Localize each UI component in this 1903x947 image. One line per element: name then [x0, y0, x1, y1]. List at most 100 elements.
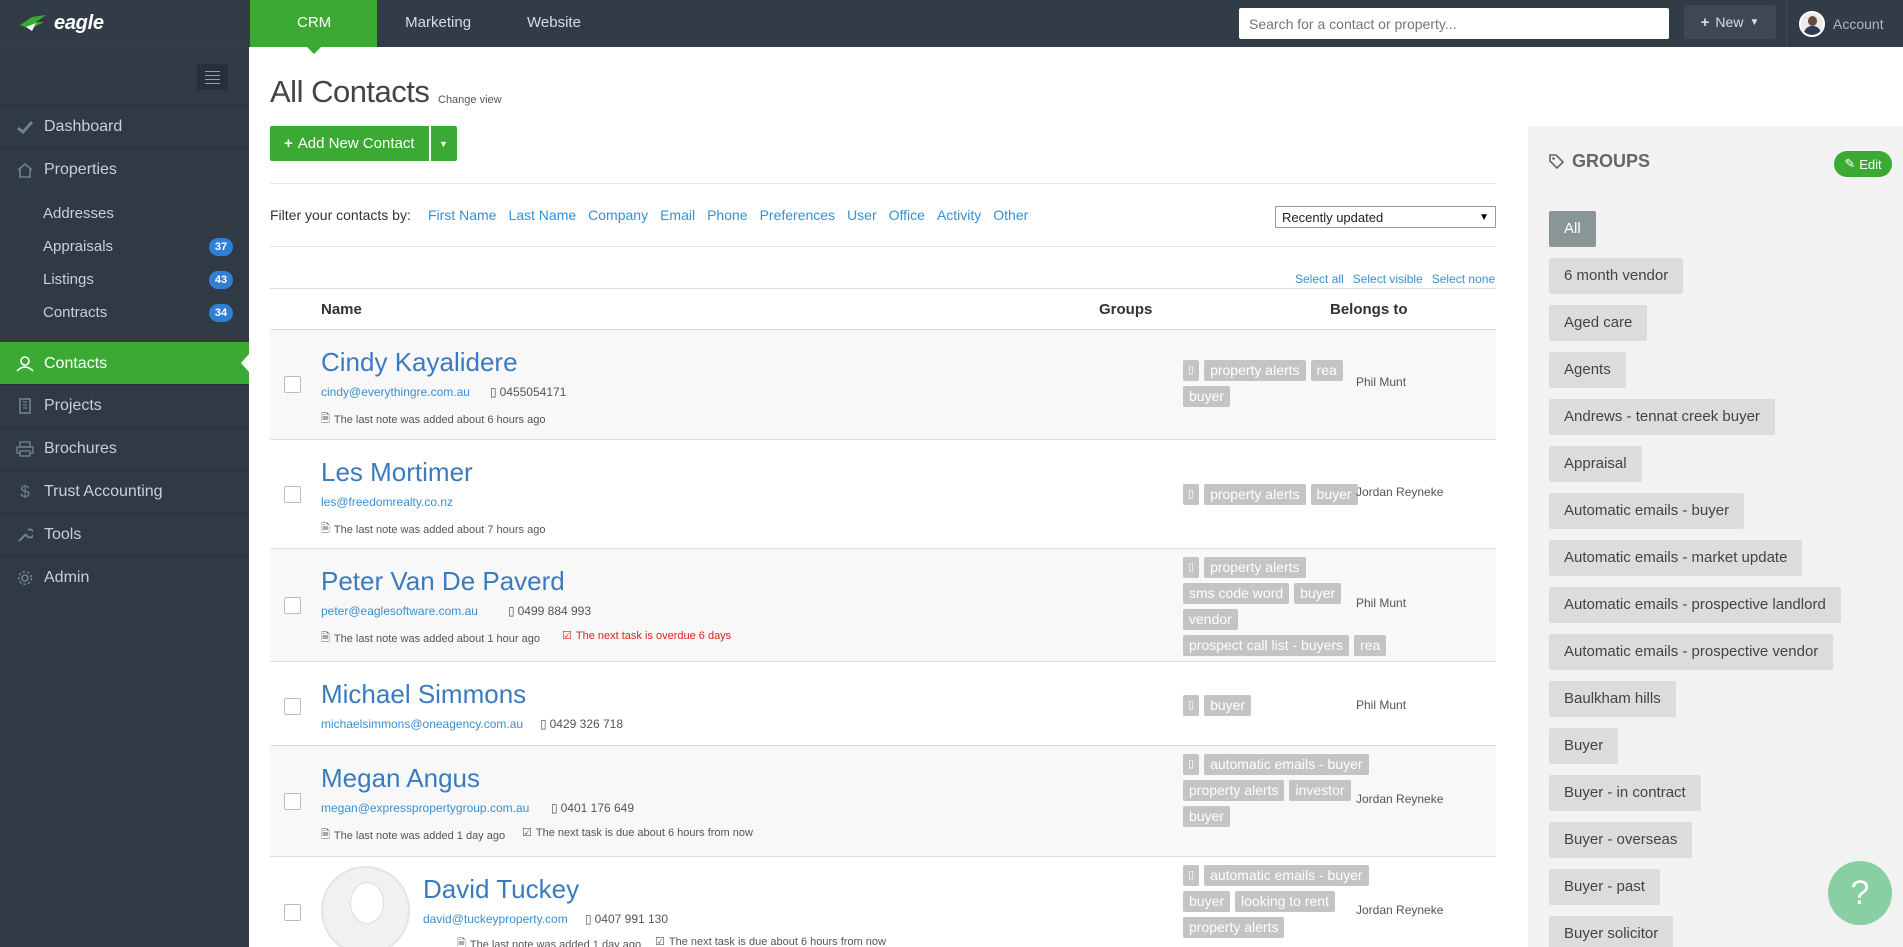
group-item[interactable]: Agents	[1549, 352, 1626, 388]
tab-crm[interactable]: CRM	[250, 0, 378, 54]
group-item[interactable]: Buyer - overseas	[1549, 822, 1693, 858]
group-tag[interactable]: sms code word	[1183, 583, 1290, 604]
select-all-link[interactable]: Select all	[1295, 272, 1344, 286]
group-tag[interactable]: prospect call list - buyers	[1183, 635, 1350, 656]
group-item[interactable]: 6 month vendor	[1549, 258, 1684, 294]
mobile-group-tag[interactable]: ▯	[1183, 754, 1200, 775]
mobile-group-tag[interactable]: ▯	[1183, 695, 1200, 716]
group-item[interactable]: Buyer - in contract	[1549, 775, 1701, 811]
contact-email-link[interactable]: david@tuckeyproperty.com	[423, 912, 568, 926]
group-tag[interactable]: rea	[1354, 635, 1387, 656]
group-tag[interactable]: automatic emails - buyer	[1204, 865, 1369, 886]
contact-email-link[interactable]: michaelsimmons@oneagency.com.au	[321, 717, 523, 731]
sidebar-item-trust-accounting[interactable]: $ Trust Accounting	[0, 470, 249, 513]
contact-name-link[interactable]: Cindy Kayalidere	[321, 347, 518, 378]
row-checkbox[interactable]	[284, 698, 301, 715]
sidebar-item-brochures[interactable]: Brochures	[0, 427, 249, 470]
contact-name-link[interactable]: Michael Simmons	[321, 679, 526, 710]
group-item[interactable]: Aged care	[1549, 305, 1648, 341]
group-item[interactable]: Automatic emails - market update	[1549, 540, 1803, 576]
filter-last-name[interactable]: Last Name	[508, 207, 576, 223]
mobile-group-tag[interactable]: ▯	[1183, 484, 1200, 505]
group-item[interactable]: Automatic emails - prospective landlord	[1549, 587, 1841, 623]
sidebar-subitem-appraisals[interactable]: Appraisals 37	[0, 230, 249, 263]
contact-email-link[interactable]: peter@eaglesoftware.com.au	[321, 604, 478, 618]
filter-preferences[interactable]: Preferences	[760, 207, 835, 223]
group-tag[interactable]: property alerts	[1204, 484, 1306, 505]
table-row[interactable]: Les Mortimer les@freedomrealty.co.nz 🗎 T…	[270, 440, 1496, 549]
group-item[interactable]: Appraisal	[1549, 446, 1642, 482]
contact-name-link[interactable]: Megan Angus	[321, 763, 480, 794]
filter-office[interactable]: Office	[889, 207, 925, 223]
sidebar-subitem-listings[interactable]: Listings 43	[0, 263, 249, 296]
row-checkbox[interactable]	[284, 904, 301, 921]
tab-marketing[interactable]: Marketing	[377, 0, 499, 47]
group-item[interactable]: Automatic emails - buyer	[1549, 493, 1745, 529]
group-tag[interactable]: buyer	[1183, 806, 1231, 827]
group-tag[interactable]: property alerts	[1204, 360, 1306, 381]
help-button[interactable]: ?	[1828, 861, 1892, 925]
group-item[interactable]: Buyer	[1549, 728, 1619, 764]
table-row[interactable]: Michael Simmons michaelsimmons@oneagency…	[270, 662, 1496, 746]
filter-company[interactable]: Company	[588, 207, 648, 223]
filter-email[interactable]: Email	[660, 207, 695, 223]
contact-email-link[interactable]: megan@expresspropertygroup.com.au	[321, 801, 529, 815]
sidebar-toggle-button[interactable]	[197, 64, 228, 90]
sidebar-item-tools[interactable]: Tools	[0, 513, 249, 556]
sidebar-item-dashboard[interactable]: Dashboard	[0, 105, 249, 148]
filter-user[interactable]: User	[847, 207, 877, 223]
sidebar-subitem-addresses[interactable]: Addresses	[0, 197, 249, 230]
table-row[interactable]: David Tuckey david@tuckeyproperty.com ▯ …	[270, 857, 1496, 947]
account-menu[interactable]: Account	[1786, 0, 1903, 47]
filter-phone[interactable]: Phone	[707, 207, 747, 223]
group-item[interactable]: Automatic emails - prospective vendor	[1549, 634, 1834, 670]
select-none-link[interactable]: Select none	[1432, 272, 1495, 286]
select-visible-link[interactable]: Select visible	[1353, 272, 1423, 286]
row-checkbox[interactable]	[284, 486, 301, 503]
brand-logo[interactable]: eagle	[0, 0, 250, 47]
group-tag[interactable]: buyer	[1204, 695, 1252, 716]
tab-website[interactable]: Website	[499, 0, 609, 47]
contact-name-link[interactable]: Peter Van De Paverd	[321, 566, 565, 597]
group-tag[interactable]: buyer	[1183, 891, 1231, 912]
contact-name-link[interactable]: David Tuckey	[423, 874, 579, 905]
row-checkbox[interactable]	[284, 376, 301, 393]
add-new-contact-button[interactable]: + Add New Contact	[270, 126, 429, 161]
group-item[interactable]: Buyer - past	[1549, 869, 1660, 905]
group-item[interactable]: Buyer solicitor	[1549, 916, 1674, 947]
group-tag[interactable]: buyer	[1310, 484, 1358, 505]
contact-email-link[interactable]: les@freedomrealty.co.nz	[321, 495, 453, 509]
row-checkbox[interactable]	[284, 793, 301, 810]
add-contact-dropdown-button[interactable]: ▼	[430, 126, 457, 161]
table-row[interactable]: Cindy Kayalidere cindy@everythingre.com.…	[270, 330, 1496, 440]
table-row[interactable]: Megan Angus megan@expresspropertygroup.c…	[270, 746, 1496, 857]
group-tag[interactable]: buyer	[1294, 583, 1342, 604]
group-tag[interactable]: buyer	[1183, 386, 1231, 407]
group-item[interactable]: Baulkham hills	[1549, 681, 1676, 717]
edit-groups-button[interactable]: ✎ Edit	[1834, 151, 1892, 177]
table-row[interactable]: Peter Van De Paverd peter@eaglesoftware.…	[270, 549, 1496, 662]
group-tag[interactable]: vendor	[1183, 609, 1238, 630]
group-tag[interactable]: property alerts	[1204, 557, 1306, 578]
group-tag[interactable]: rea	[1310, 360, 1343, 381]
group-tag[interactable]: looking to rent	[1235, 891, 1335, 912]
sidebar-item-contacts[interactable]: Contacts	[0, 342, 249, 385]
sidebar-item-admin[interactable]: Admin	[0, 556, 249, 599]
group-tag[interactable]: property alerts	[1183, 780, 1285, 801]
mobile-group-tag[interactable]: ▯	[1183, 865, 1200, 886]
group-tag[interactable]: investor	[1289, 780, 1351, 801]
row-checkbox[interactable]	[284, 597, 301, 614]
mobile-group-tag[interactable]: ▯	[1183, 360, 1200, 381]
mobile-group-tag[interactable]: ▯	[1183, 557, 1200, 578]
group-tag[interactable]: property alerts	[1183, 917, 1285, 938]
sidebar-subitem-contracts[interactable]: Contracts 34	[0, 296, 249, 329]
group-item[interactable]: Andrews - tennat creek buyer	[1549, 399, 1775, 435]
filter-first-name[interactable]: First Name	[428, 207, 496, 223]
contact-name-link[interactable]: Les Mortimer	[321, 457, 473, 488]
sidebar-item-properties[interactable]: Properties	[0, 148, 249, 191]
sidebar-item-projects[interactable]: Projects	[0, 384, 249, 427]
column-header-name[interactable]: Name	[321, 301, 362, 318]
group-all[interactable]: All	[1549, 211, 1596, 247]
change-view-link[interactable]: Change view	[438, 94, 502, 106]
contact-email-link[interactable]: cindy@everythingre.com.au	[321, 385, 470, 399]
